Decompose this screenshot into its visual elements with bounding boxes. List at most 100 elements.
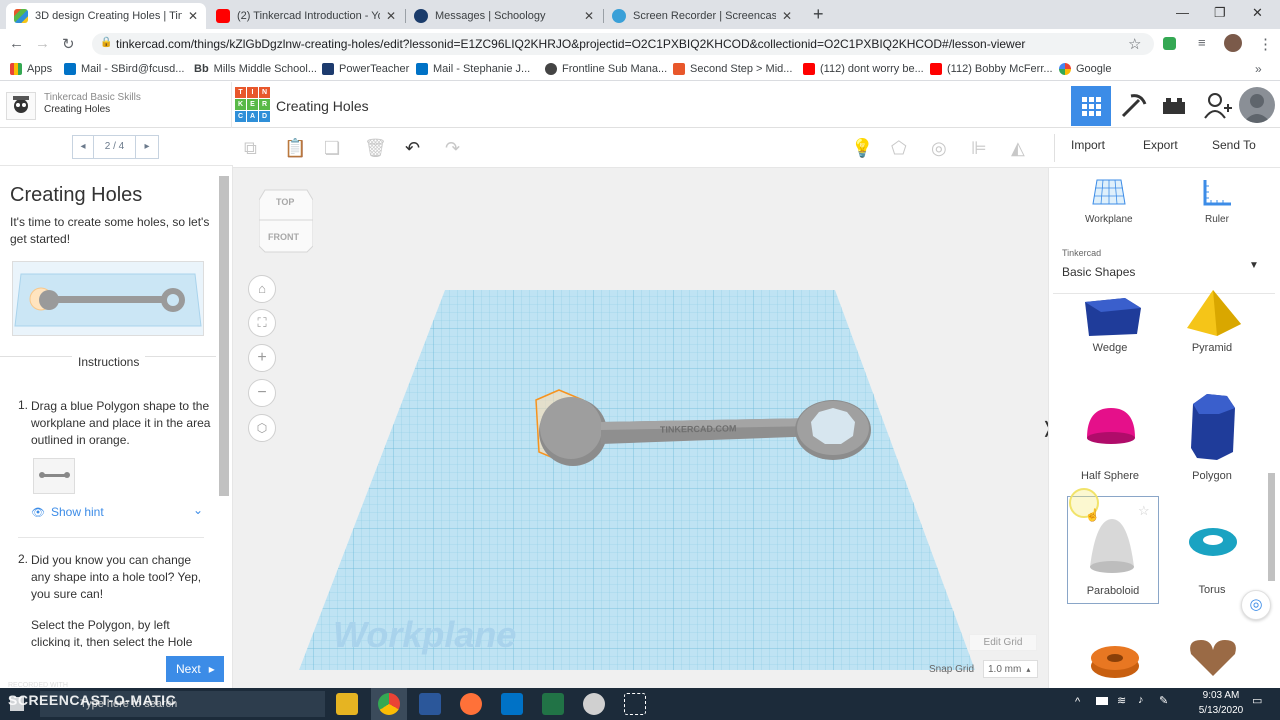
firefox-icon[interactable] <box>460 693 482 715</box>
close-tab-icon[interactable]: ✕ <box>188 9 198 23</box>
shapes-scrollbar[interactable] <box>1268 473 1275 581</box>
lesson-preview-image[interactable] <box>12 261 204 336</box>
note-icon[interactable]: ⬠ <box>891 138 907 159</box>
design-title[interactable]: Creating Holes <box>276 98 369 114</box>
shape-tube[interactable] <box>1065 632 1155 688</box>
bookmark-mills[interactable]: Bb Mills Middle School... <box>194 63 317 75</box>
more-bookmarks-icon[interactable]: » <box>1255 62 1262 76</box>
tab-title: (2) Tinkercad Introduction - YouT <box>237 10 380 22</box>
word-icon[interactable] <box>419 693 441 715</box>
shape-pyramid[interactable]: Pyramid <box>1167 288 1257 358</box>
volume-icon[interactable]: ♪ <box>1138 694 1144 706</box>
bookmark-youtube-2[interactable]: (112) Bobby McFerr... <box>930 63 1053 75</box>
lesson-scrollbar[interactable] <box>219 176 229 496</box>
shape-half-sphere[interactable]: Half Sphere <box>1065 388 1155 482</box>
browser-tab-screencast[interactable]: Screen Recorder | Screencast-O-M ✕ <box>604 3 800 29</box>
undo-icon[interactable]: ↶ <box>405 138 420 159</box>
snap-grid-select[interactable]: 1.0 mm ▴ <box>983 660 1038 678</box>
maximize-icon[interactable]: ❐ <box>1214 5 1226 21</box>
help-chat-icon[interactable]: ◎ <box>1241 590 1271 620</box>
browser-tab-youtube[interactable]: (2) Tinkercad Introduction - YouT ✕ <box>208 3 404 29</box>
bookmark-mail[interactable]: Mail - SBird@fcusd... <box>64 63 184 75</box>
excel-icon[interactable] <box>542 693 564 715</box>
file-explorer-icon[interactable] <box>336 693 358 715</box>
export-button[interactable]: Export <box>1143 138 1178 152</box>
chevron-down-icon[interactable]: ⌄ <box>193 503 203 517</box>
next-button[interactable]: Next ▸ <box>166 656 224 682</box>
user-avatar[interactable] <box>1239 87 1275 123</box>
bookmark-mail-2[interactable]: Mail - Stephanie J... <box>416 63 530 75</box>
3d-design-view-button[interactable] <box>1071 86 1111 126</box>
perspective-cube-icon[interactable]: ⬡ <box>248 414 276 442</box>
notification-icon[interactable]: ▭ <box>1252 694 1262 707</box>
extension-icon[interactable] <box>1163 37 1176 50</box>
import-button[interactable]: Import <box>1071 138 1105 152</box>
paste-icon[interactable]: 📋 <box>284 138 306 159</box>
close-tab-icon[interactable]: ✕ <box>782 9 792 23</box>
copy-icon[interactable]: ⧉ <box>244 138 257 159</box>
tinkercad-logo[interactable]: TIN KER CAD <box>235 87 271 123</box>
bulb-icon[interactable]: 💡 <box>851 138 873 159</box>
tray-chevron-icon[interactable]: ^ <box>1075 696 1080 708</box>
shape-wedge[interactable]: Wedge <box>1065 288 1155 358</box>
outlook-taskbar-icon[interactable] <box>501 693 523 715</box>
reading-list-icon[interactable]: ≡ <box>1198 35 1206 50</box>
shape-polygon[interactable]: Polygon <box>1167 388 1257 482</box>
close-window-icon[interactable]: ✕ <box>1252 5 1263 21</box>
redo-icon[interactable]: ↷ <box>445 138 460 159</box>
home-view-icon[interactable]: ⌂ <box>248 275 276 303</box>
url-field[interactable]: 🔒 tinkercad.com/things/kZlGbDgzlnw-creat… <box>92 33 1154 55</box>
course-name: Tinkercad Basic Skills <box>44 92 141 103</box>
browser-tab-schoology[interactable]: Messages | Schoology ✕ <box>406 3 602 29</box>
pen-icon[interactable]: ✎ <box>1159 694 1168 707</box>
group-icon[interactable]: ◎ <box>931 138 947 159</box>
workplane-tool[interactable] <box>1089 176 1129 213</box>
3d-workspace[interactable]: TINKERCAD.COM Workplane TOP FRONT ⌂ ⛶ + … <box>233 168 1054 688</box>
delete-icon[interactable]: 🗑 <box>364 138 387 159</box>
menu-dots-icon[interactable]: ⋮ <box>1258 35 1273 53</box>
lego-bricks-button[interactable] <box>1154 86 1194 126</box>
zoom-out-icon[interactable]: − <box>248 379 276 407</box>
next-step-button[interactable]: ▸ <box>135 135 159 159</box>
view-cube[interactable]: TOP FRONT <box>258 188 314 254</box>
wifi-icon[interactable]: ≋ <box>1117 694 1126 707</box>
fit-view-icon[interactable]: ⛶ <box>248 309 276 337</box>
profile-avatar[interactable] <box>1224 34 1242 52</box>
bookmark-youtube-1[interactable]: (112) dont worry be... <box>803 63 924 75</box>
reload-icon[interactable]: ↻ <box>62 35 75 53</box>
favorite-star-icon[interactable]: ☆ <box>1138 503 1150 519</box>
browser-tab-strip: 3D design Creating Holes | Tinke ✕ (2) T… <box>0 0 1280 29</box>
close-tab-icon[interactable]: ✕ <box>584 9 594 23</box>
duplicate-icon[interactable]: ❏ <box>324 138 340 159</box>
browser-tab-tinkercad[interactable]: 3D design Creating Holes | Tinke ✕ <box>6 3 206 29</box>
zoom-in-icon[interactable]: + <box>248 344 276 372</box>
send-to-button[interactable]: Send To <box>1212 138 1256 152</box>
forward-icon[interactable]: → <box>35 35 50 52</box>
user-silhouette-icon <box>1243 94 1271 123</box>
chrome-icon[interactable] <box>378 693 400 715</box>
close-tab-icon[interactable]: ✕ <box>386 9 396 23</box>
shape-torus[interactable]: Torus <box>1167 498 1257 602</box>
back-icon[interactable]: ← <box>9 35 24 52</box>
bookmark-frontline[interactable]: Frontline Sub Mana... <box>545 63 667 75</box>
edit-grid-button[interactable]: Edit Grid <box>969 634 1037 651</box>
build-bricks-button[interactable] <box>1113 86 1153 126</box>
align-icon[interactable]: ⊫ <box>971 138 987 159</box>
mirror-icon[interactable]: ◭ <box>1011 138 1025 159</box>
bookmark-star-icon[interactable]: ☆ <box>1128 35 1141 53</box>
ruler-tool[interactable] <box>1201 176 1235 213</box>
bookmark-second-step[interactable]: Second Step > Mid... <box>673 63 792 75</box>
shape-library-select[interactable]: Tinkercad Basic Shapes ▼ <box>1053 240 1275 294</box>
prev-step-button[interactable]: ◂ <box>72 135 94 159</box>
shape-heart[interactable] <box>1167 632 1257 688</box>
bookmark-google[interactable]: Google <box>1059 63 1111 75</box>
new-tab-button[interactable]: + <box>813 4 824 25</box>
step-1-thumbnail[interactable] <box>33 458 75 494</box>
minimize-icon[interactable]: — <box>1176 5 1189 20</box>
show-hint-link[interactable]: 👁 Show hint <box>31 505 104 519</box>
bookmark-apps[interactable]: Apps <box>10 63 52 75</box>
snipping-tool-icon[interactable] <box>624 693 646 715</box>
add-user-button[interactable] <box>1197 86 1237 126</box>
cloud-app-icon[interactable] <box>583 693 605 715</box>
bookmark-powerteacher[interactable]: PowerTeacher <box>322 63 409 75</box>
